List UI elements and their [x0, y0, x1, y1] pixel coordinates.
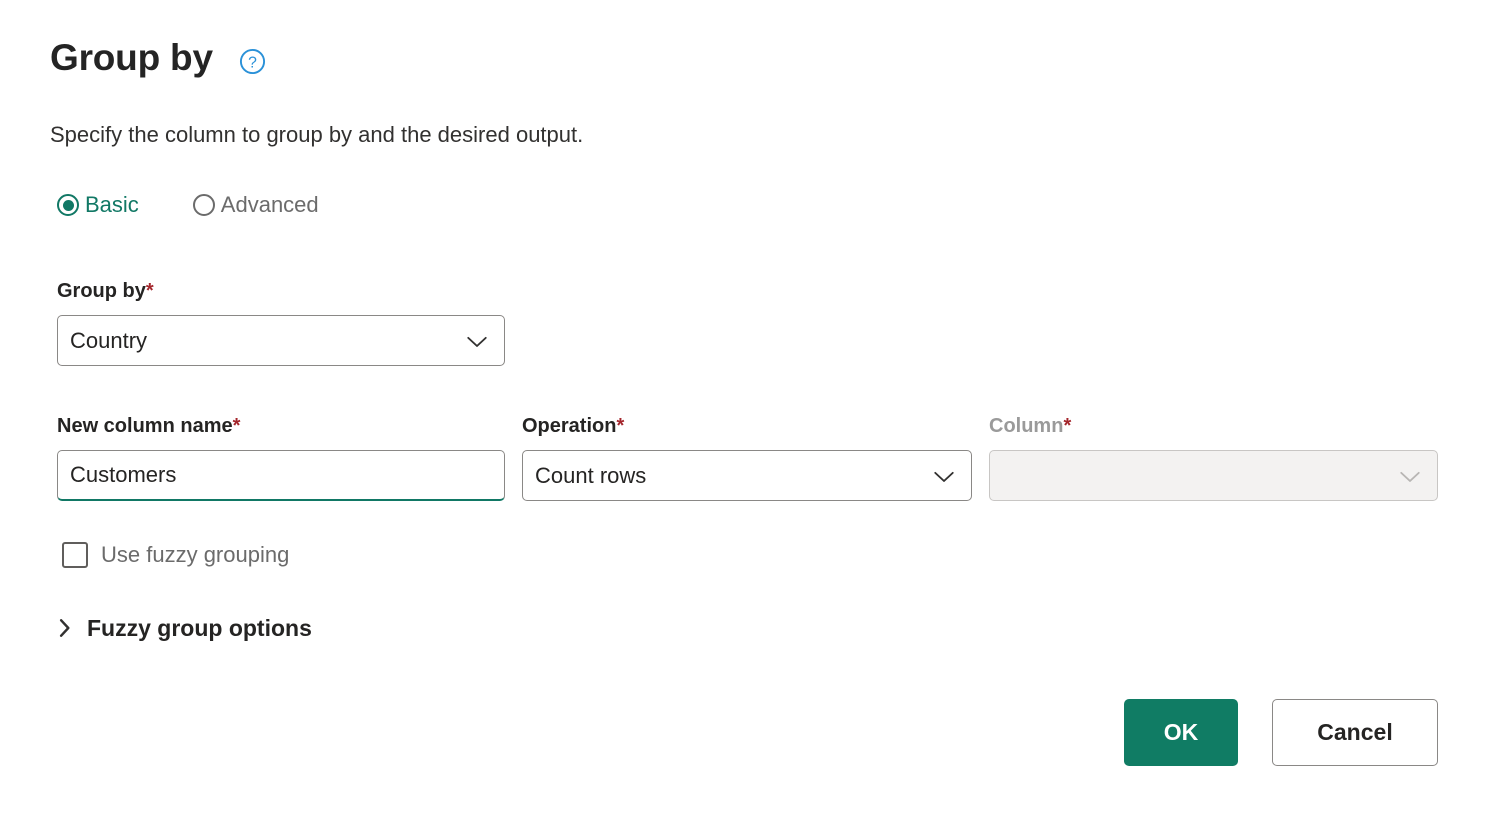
- group-by-dialog: Group by ? Specify the column to group b…: [0, 0, 1488, 822]
- new-column-name-required-marker: *: [233, 415, 241, 437]
- page-title: Group by: [50, 36, 213, 80]
- column-label-text: Column: [989, 415, 1063, 437]
- operation-required-marker: *: [616, 415, 624, 437]
- new-column-name-label-text: New column name: [57, 415, 233, 437]
- operation-field: Operation* Count rows: [522, 413, 972, 501]
- radio-basic-label: Basic: [85, 191, 139, 219]
- group-by-label: Group by*: [57, 278, 505, 304]
- column-label: Column*: [989, 413, 1438, 439]
- operation-dropdown[interactable]: Count rows: [522, 450, 972, 501]
- chevron-down-icon: [462, 326, 492, 356]
- group-by-field: Group by* Country: [57, 278, 505, 366]
- dialog-subtitle: Specify the column to group by and the d…: [50, 120, 583, 150]
- use-fuzzy-grouping-checkbox[interactable]: Use fuzzy grouping: [62, 541, 289, 569]
- column-dropdown: [989, 450, 1438, 501]
- radio-basic-indicator: [57, 194, 79, 216]
- dialog-footer: OK Cancel: [0, 699, 1438, 766]
- checkbox-indicator: [62, 542, 88, 568]
- radio-basic[interactable]: Basic: [57, 191, 139, 219]
- aggregation-row: New column name* Customers Operation* Co…: [0, 413, 1488, 508]
- cancel-button[interactable]: Cancel: [1272, 699, 1438, 766]
- dialog-header: Group by ?: [50, 36, 266, 80]
- radio-advanced[interactable]: Advanced: [193, 191, 319, 219]
- group-by-value: Country: [58, 327, 462, 355]
- chevron-right-icon: [57, 617, 73, 639]
- radio-advanced-indicator: [193, 194, 215, 216]
- new-column-name-input[interactable]: Customers: [57, 450, 505, 501]
- new-column-name-field: New column name* Customers: [57, 413, 505, 501]
- new-column-name-label: New column name*: [57, 413, 505, 439]
- svg-text:?: ?: [248, 54, 257, 71]
- fuzzy-group-options-disclosure[interactable]: Fuzzy group options: [57, 613, 312, 643]
- column-field: Column*: [989, 413, 1438, 501]
- mode-radio-group: Basic Advanced: [57, 191, 319, 219]
- chevron-down-icon: [1395, 461, 1425, 491]
- ok-button[interactable]: OK: [1124, 699, 1238, 766]
- fuzzy-group-options-label: Fuzzy group options: [87, 613, 312, 643]
- operation-value: Count rows: [523, 462, 929, 490]
- chevron-down-icon: [929, 461, 959, 491]
- operation-label: Operation*: [522, 413, 972, 439]
- group-by-dropdown[interactable]: Country: [57, 315, 505, 366]
- group-by-required-marker: *: [146, 280, 154, 302]
- group-by-label-text: Group by: [57, 280, 146, 302]
- new-column-name-value: Customers: [58, 461, 504, 489]
- radio-advanced-label: Advanced: [221, 191, 319, 219]
- question-circle-icon[interactable]: ?: [239, 48, 266, 75]
- column-required-marker: *: [1063, 415, 1071, 437]
- operation-label-text: Operation: [522, 415, 616, 437]
- use-fuzzy-grouping-label: Use fuzzy grouping: [101, 541, 289, 569]
